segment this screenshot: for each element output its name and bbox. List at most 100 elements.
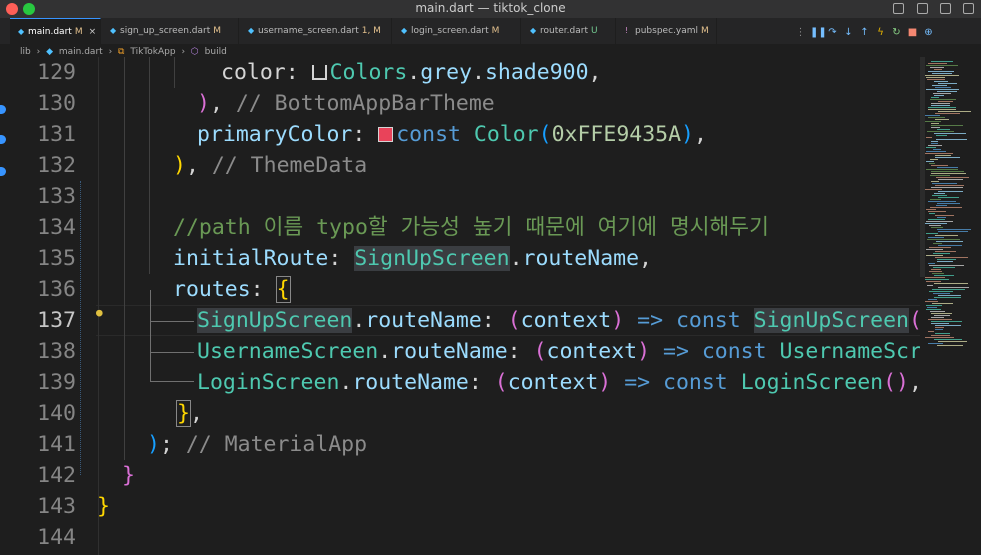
code-line[interactable]: 134 //path 이름 typo할 가능성 높기 때문에 여기에 명시해두기 [0,212,920,243]
tab-main-dart[interactable]: ◆ main.dart M × [10,18,101,44]
code-text: routes: { [173,274,291,305]
restart-icon[interactable]: ↻ [890,27,903,38]
code-line[interactable]: 143} [0,491,920,522]
code-text: color: Colors.grey.shade900, [221,57,601,88]
code-line[interactable]: 136 routes: { [0,274,920,305]
color-swatch [378,127,394,142]
dart-file-icon: ◆ [46,47,53,57]
minimap-line [934,339,962,340]
minimap-slider[interactable] [920,57,925,277]
tab-username-screen[interactable]: ◆ username_screen.dart 1, M [240,18,392,44]
code-line[interactable]: 142} [0,460,920,491]
minimap-line [931,165,948,166]
hot-reload-icon[interactable]: ϟ [874,27,887,38]
tab-sign-up-screen[interactable]: ◆ sign_up_screen.dart M [102,18,239,44]
code-text: ), // ThemeData [173,150,367,181]
code-token: () [909,308,920,333]
code-token: context [507,370,599,395]
code-text: //path 이름 typo할 가능성 높기 때문에 여기에 명시해두기 [173,212,769,243]
minimap-line [938,287,969,288]
minimap-line [926,305,942,306]
minimap-line [926,65,958,66]
code-text: ), // BottomAppBarTheme [197,88,495,119]
line-number: 130 [37,91,76,116]
code-text: } [122,460,135,491]
step-over-icon[interactable]: ↷ [826,27,839,38]
minimap-line [926,151,946,152]
code-line[interactable]: 135 initialRoute: SignUpScreen.routeName, [0,243,920,274]
minimap-line [925,75,959,76]
minimap-line [934,297,961,298]
breadcrumb-item[interactable]: TikTokApp [130,47,175,57]
code-line[interactable]: 133 [0,181,920,212]
code-token: routeName [352,370,469,395]
minimap-line [934,81,948,82]
tab-login-screen[interactable]: ◆ login_screen.dart M [393,18,521,44]
minimap-line [935,325,961,326]
customize-layout-icon[interactable] [963,3,974,14]
code-line[interactable]: 144 [0,522,920,553]
minimap[interactable] [920,57,981,555]
code-line[interactable]: 131 primaryColor: const Color(0xFFE9435A)… [0,119,920,150]
minimap-line [925,277,945,278]
code-token: routeName [365,308,482,333]
code-line[interactable]: 132), // ThemeData [0,150,920,181]
code-line[interactable]: 140}, [0,398,920,429]
minimap-line [928,331,934,332]
code-token: , [189,401,203,426]
code-token: , [909,370,920,395]
pause-icon[interactable]: ❚❚ [810,27,827,38]
breadcrumb-item[interactable]: lib [20,47,31,57]
devtools-icon[interactable]: ⊕ [922,27,935,38]
minimap-line [929,271,942,272]
code-token: , [185,153,212,178]
code-token: => const [624,308,754,333]
tab-pubspec[interactable]: ! pubspec.yaml M [617,18,717,44]
minimap-line [931,317,944,318]
code-line[interactable]: 129 color: Colors.grey.shade900, [0,57,920,88]
code-token: => const [611,370,741,395]
minimap-line [937,203,960,204]
stop-icon[interactable]: ■ [906,27,919,38]
code-line[interactable]: 138 UsernameScreen.routeName: (context) =… [0,336,920,367]
code-token: 0xFFE9435A [551,122,682,147]
minimap-line [937,129,950,130]
minimap-line [930,175,950,176]
step-into-icon[interactable]: ↓ [842,27,855,38]
minimap-line [937,91,957,92]
code-line[interactable]: 139 LoginScreen.routeName: (context) => c… [0,367,920,398]
code-token: ) [173,153,186,178]
code-token: , [694,122,707,147]
minimap-line [925,153,953,154]
code-token: SignUpScreen [753,308,909,333]
code-token: ( [538,122,552,147]
minimap-line [931,61,953,62]
code-line[interactable]: 137 SignUpScreen.routeName: (context) => … [0,305,920,336]
minimap-line [928,63,947,64]
code-line[interactable]: 141); // MaterialApp [0,429,920,460]
drag-handle-icon[interactable]: ⋮ [794,27,807,38]
breadcrumb-item[interactable]: build [205,47,227,57]
minimap-line [935,329,943,330]
toggle-secondary-sidebar-icon[interactable] [940,3,951,14]
code-token: ( [533,339,547,364]
toggle-sidebar-icon[interactable] [893,3,904,14]
code-token: : [507,339,534,364]
code-line[interactable]: 130 ), // BottomAppBarTheme [0,88,920,119]
code-token: ) [681,122,694,147]
close-icon[interactable]: × [89,27,97,37]
step-out-icon[interactable]: ↑ [858,27,871,38]
code-editor[interactable]: ● 129 color: Colors.grey.shade900, 130), /… [0,57,920,555]
code-token: ) [197,91,210,116]
minimap-line [930,207,962,208]
tab-router[interactable]: ◆ router.dart U [522,18,616,44]
color-swatch [311,65,327,80]
code-token: () [883,370,909,395]
code-token: LoginScreen [197,370,340,395]
code-token: , [588,60,602,85]
code-token: ) [598,370,612,395]
toggle-panel-icon[interactable] [917,3,928,14]
breadcrumb-item[interactable]: main.dart [59,47,103,57]
line-number: 137 [37,308,76,333]
minimap-line [928,263,935,264]
